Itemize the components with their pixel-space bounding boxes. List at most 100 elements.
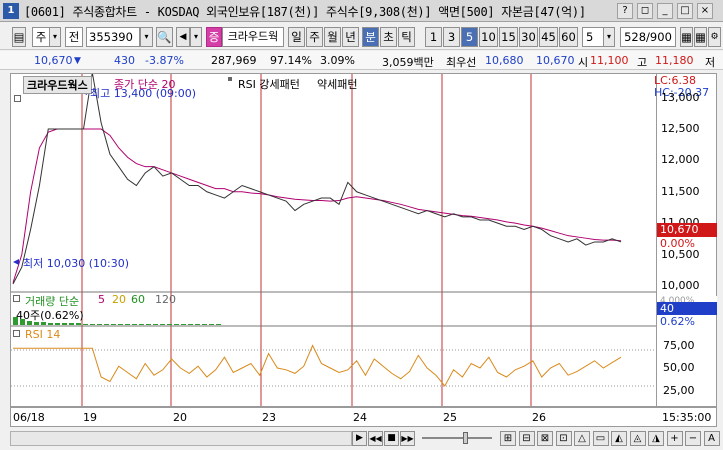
drawing-tool-icon[interactable]: ⊟ bbox=[518, 431, 535, 446]
low-marker-label: 최저 10,030 (10:30) bbox=[23, 257, 130, 270]
window-title: [0601] 주식종합차트 - KOSDAQ 외국인보유[187(천)] 주식수… bbox=[24, 5, 586, 19]
zoom-slider[interactable] bbox=[422, 437, 492, 439]
open-price: 11,100 bbox=[590, 54, 629, 67]
period-year[interactable]: 년 bbox=[342, 27, 359, 47]
volume-bar bbox=[188, 324, 193, 325]
drawing-tool-icon[interactable]: A bbox=[703, 431, 720, 446]
volume-bar bbox=[62, 323, 67, 325]
layout-icon[interactable]: ▦ bbox=[694, 27, 707, 47]
drawing-tool-icon[interactable]: ◮ bbox=[648, 431, 664, 446]
weak-pattern-label: 약세패턴 bbox=[317, 78, 358, 91]
minute-option[interactable]: 45 bbox=[539, 27, 558, 47]
day-separators bbox=[81, 74, 532, 406]
drawing-tool-icon[interactable]: ◬ bbox=[629, 431, 646, 446]
market-tag-badge: 증 bbox=[206, 27, 222, 47]
minimize-button[interactable]: _ bbox=[657, 3, 673, 19]
period-day[interactable]: 일 bbox=[288, 27, 305, 47]
close-button[interactable]: × bbox=[697, 3, 713, 19]
minute-option[interactable]: 10 bbox=[479, 27, 498, 47]
price-axis: LC:6.38 HC:-20.37 13,000 12,500 12,000 11,5… bbox=[654, 73, 717, 407]
volume-ma60: 60 bbox=[131, 293, 145, 306]
volume-bar bbox=[104, 324, 109, 325]
drawing-tool-icon[interactable]: ⊠ bbox=[537, 431, 553, 446]
date-tick-label: 06/18 bbox=[13, 411, 45, 424]
code-type-select[interactable]: 주 bbox=[32, 27, 50, 47]
period-week[interactable]: 주 bbox=[306, 27, 323, 47]
drawing-tool-icon[interactable]: ◭ bbox=[611, 431, 627, 446]
high-price: 11,180 bbox=[655, 54, 694, 67]
drawing-tool-icon[interactable]: ▭ bbox=[592, 431, 609, 446]
date-tick-label: 26 bbox=[532, 411, 546, 424]
volume-bar bbox=[160, 324, 165, 325]
gear-icon[interactable]: ⚙ bbox=[708, 27, 721, 47]
grid-icon[interactable]: ▦ bbox=[680, 27, 693, 47]
chart-area[interactable]: 크라우드웍스 종가 단순 20 RSI 강세패턴 약세패턴 최고 13,400 … bbox=[10, 72, 657, 407]
pin-button[interactable]: ◻ bbox=[637, 3, 653, 19]
volume-bar bbox=[209, 324, 214, 325]
collapse-icon[interactable] bbox=[13, 330, 20, 337]
minute-option[interactable]: 3 bbox=[443, 27, 460, 47]
help-button[interactable]: ? bbox=[617, 3, 633, 19]
minute-option[interactable]: 15 bbox=[499, 27, 518, 47]
minute-option[interactable]: 1 bbox=[425, 27, 442, 47]
maximize-button[interactable]: □ bbox=[677, 3, 693, 19]
collapse-icon[interactable] bbox=[13, 295, 20, 302]
period-month[interactable]: 월 bbox=[324, 27, 341, 47]
drawing-tool-icon[interactable]: − bbox=[685, 431, 701, 446]
unit-second[interactable]: 초 bbox=[380, 27, 397, 47]
fast-forward-icon[interactable]: ▶▶ bbox=[400, 431, 415, 446]
interval-input[interactable]: 5 bbox=[582, 27, 604, 47]
stock-label: 크라우드웍스 bbox=[23, 76, 92, 94]
quote-bar: 10,670 ▼ 430 -3.87% 287,969 97.14% 3.09%… bbox=[0, 51, 723, 70]
volume-bar bbox=[153, 324, 158, 325]
unit-minute[interactable]: 분 bbox=[362, 27, 379, 47]
rewind-icon[interactable]: ◀◀ bbox=[368, 431, 383, 446]
toolbar: ▤ 주 ▾ 전 355390 ▾ 🔍 ◀ ▾ 증 크라우드웍 일 주 월 년 분… bbox=[0, 24, 723, 50]
date-axis: 06/18 19 20 23 24 25 26 15:35:00 bbox=[10, 407, 717, 427]
code-input[interactable]: 355390 bbox=[86, 27, 140, 47]
interval-dropdown[interactable]: ▾ bbox=[603, 27, 615, 47]
volume-ma5: 5 bbox=[98, 293, 105, 306]
price-tick-label: 12,000 bbox=[661, 153, 700, 167]
menu-icon[interactable]: ▤ bbox=[12, 27, 26, 47]
chart-svg bbox=[11, 72, 656, 406]
drawing-tool-icon[interactable]: △ bbox=[574, 431, 590, 446]
title-bar: 1 [0601] 주식종합차트 - KOSDAQ 외국인보유[187(천)] 주… bbox=[0, 0, 723, 22]
rsi-tick-label: 25,00 bbox=[663, 383, 695, 397]
minute-option[interactable]: 5 bbox=[461, 27, 478, 47]
turnover-rate: 3.09% bbox=[320, 54, 355, 67]
volume-bar bbox=[195, 324, 200, 325]
speaker-icon[interactable]: ◀ bbox=[176, 27, 190, 47]
drawing-tool-icon[interactable]: + bbox=[666, 431, 683, 446]
unit-tick[interactable]: 틱 bbox=[398, 27, 415, 47]
horizontal-scrollbar[interactable] bbox=[10, 431, 352, 446]
drawing-tool-icon[interactable]: ⊞ bbox=[500, 431, 516, 446]
volume-bar bbox=[69, 323, 74, 325]
volume-info: 40주(0.62%) bbox=[16, 309, 84, 322]
volume-bar bbox=[55, 323, 60, 325]
volume-bar bbox=[48, 323, 53, 325]
chevron-down-icon[interactable]: ▾ bbox=[49, 27, 61, 47]
volume-bar bbox=[181, 324, 186, 325]
speaker-dropdown[interactable]: ▾ bbox=[190, 27, 202, 47]
spin-button[interactable]: 전 bbox=[65, 27, 83, 47]
best-ask-label: 최우선 bbox=[446, 56, 477, 69]
high-marker-label: 최고 13,400 (09:00) bbox=[90, 87, 197, 100]
stop-icon[interactable]: ■ bbox=[384, 431, 399, 446]
code-dropdown[interactable]: ▾ bbox=[140, 27, 153, 47]
rsi-line bbox=[13, 344, 622, 387]
volume-bar bbox=[90, 324, 95, 325]
zoom-slider-handle[interactable] bbox=[463, 432, 468, 444]
count-input[interactable]: 528/900 bbox=[620, 27, 676, 47]
stock-name-field[interactable]: 크라우드웍 bbox=[222, 27, 284, 47]
minute-option[interactable]: 60 bbox=[559, 27, 578, 47]
play-icon[interactable]: ▶ bbox=[352, 431, 367, 446]
collapse-icon[interactable] bbox=[14, 95, 21, 102]
search-icon[interactable]: 🔍 bbox=[156, 27, 173, 47]
price-tick-label: 11,500 bbox=[661, 184, 700, 198]
minute-option[interactable]: 30 bbox=[519, 27, 538, 47]
drawing-tool-icon[interactable]: ⊡ bbox=[555, 431, 572, 446]
price-change: 430 bbox=[114, 54, 135, 67]
rsi-title: RSI 14 bbox=[25, 328, 61, 341]
volume-bar bbox=[111, 324, 116, 325]
